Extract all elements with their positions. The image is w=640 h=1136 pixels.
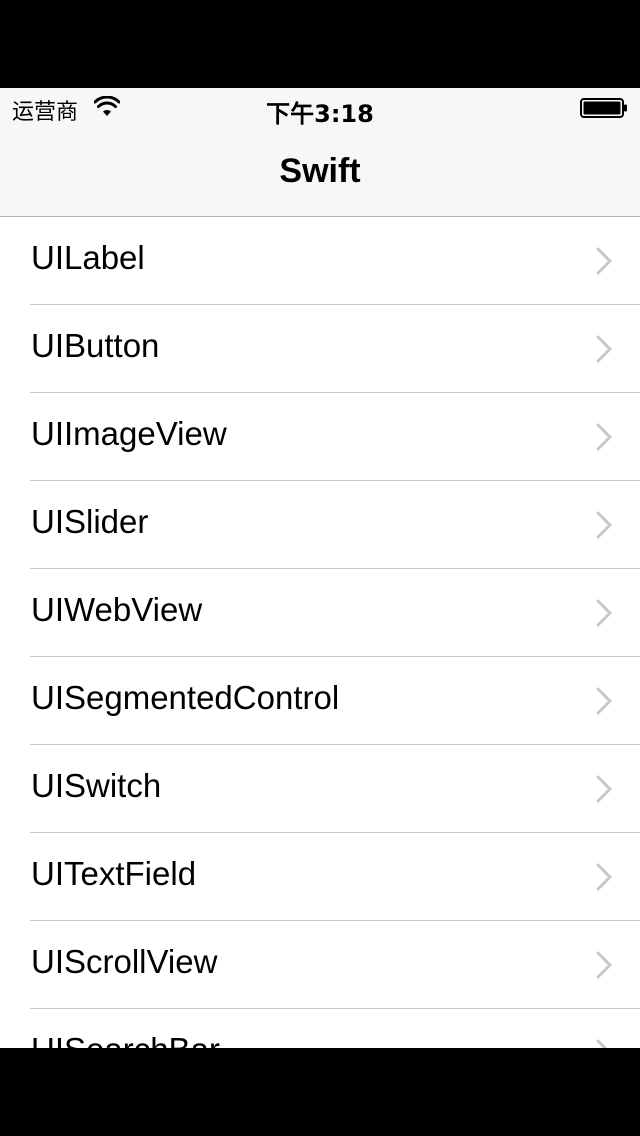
app-screen: 运营商 下午3:18 Swift UILabel UIButton UIImag… xyxy=(0,88,640,1048)
chevron-right-icon xyxy=(596,687,612,715)
list-item-uisegmentedcontrol[interactable]: UISegmentedControl xyxy=(0,657,640,745)
status-bar: 运营商 下午3:18 xyxy=(0,88,640,128)
list-item-label: UIImageView xyxy=(31,415,227,452)
navigation-bar: Swift xyxy=(0,128,640,217)
list-item-label: UILabel xyxy=(31,239,145,276)
list-item-label: UIWebView xyxy=(31,591,203,628)
list-item-uitextfield[interactable]: UITextField xyxy=(0,833,640,921)
chevron-right-icon xyxy=(596,423,612,451)
chevron-right-icon xyxy=(596,863,612,891)
list-item-label: UISlider xyxy=(31,503,149,540)
chevron-right-icon xyxy=(596,335,612,363)
chevron-right-icon xyxy=(596,775,612,803)
list-item-uiimageview[interactable]: UIImageView xyxy=(0,393,640,481)
list-item-uibutton[interactable]: UIButton xyxy=(0,305,640,393)
list-item-label: UISearchBar xyxy=(31,1031,220,1048)
table-view[interactable]: UILabel UIButton UIImageView UISlider UI… xyxy=(0,217,640,1048)
list-item-label: UISegmentedControl xyxy=(31,679,340,716)
list-item-label: UIScrollView xyxy=(31,943,218,980)
list-item-label: UIButton xyxy=(31,327,160,364)
chevron-right-icon xyxy=(596,511,612,539)
list-item-label: UITextField xyxy=(31,855,197,892)
chevron-right-icon xyxy=(596,951,612,979)
chevron-right-icon xyxy=(596,1039,608,1048)
list-item-label: UISwitch xyxy=(31,767,162,804)
list-item-uiwebview[interactable]: UIWebView xyxy=(0,569,640,657)
list-item-uilabel[interactable]: UILabel xyxy=(0,217,640,305)
list-item-uiscrollview[interactable]: UIScrollView xyxy=(0,921,640,1009)
list-item-uislider[interactable]: UISlider xyxy=(0,481,640,569)
status-time: 下午3:18 xyxy=(266,100,374,128)
battery-icon xyxy=(580,98,627,118)
chevron-right-icon xyxy=(596,247,612,275)
chevron-right-icon xyxy=(596,599,612,627)
nav-title: Swift xyxy=(279,152,361,190)
list-item-uiswitch[interactable]: UISwitch xyxy=(0,745,640,833)
list-item-uisearchbar[interactable]: UISearchBar xyxy=(0,1009,640,1048)
